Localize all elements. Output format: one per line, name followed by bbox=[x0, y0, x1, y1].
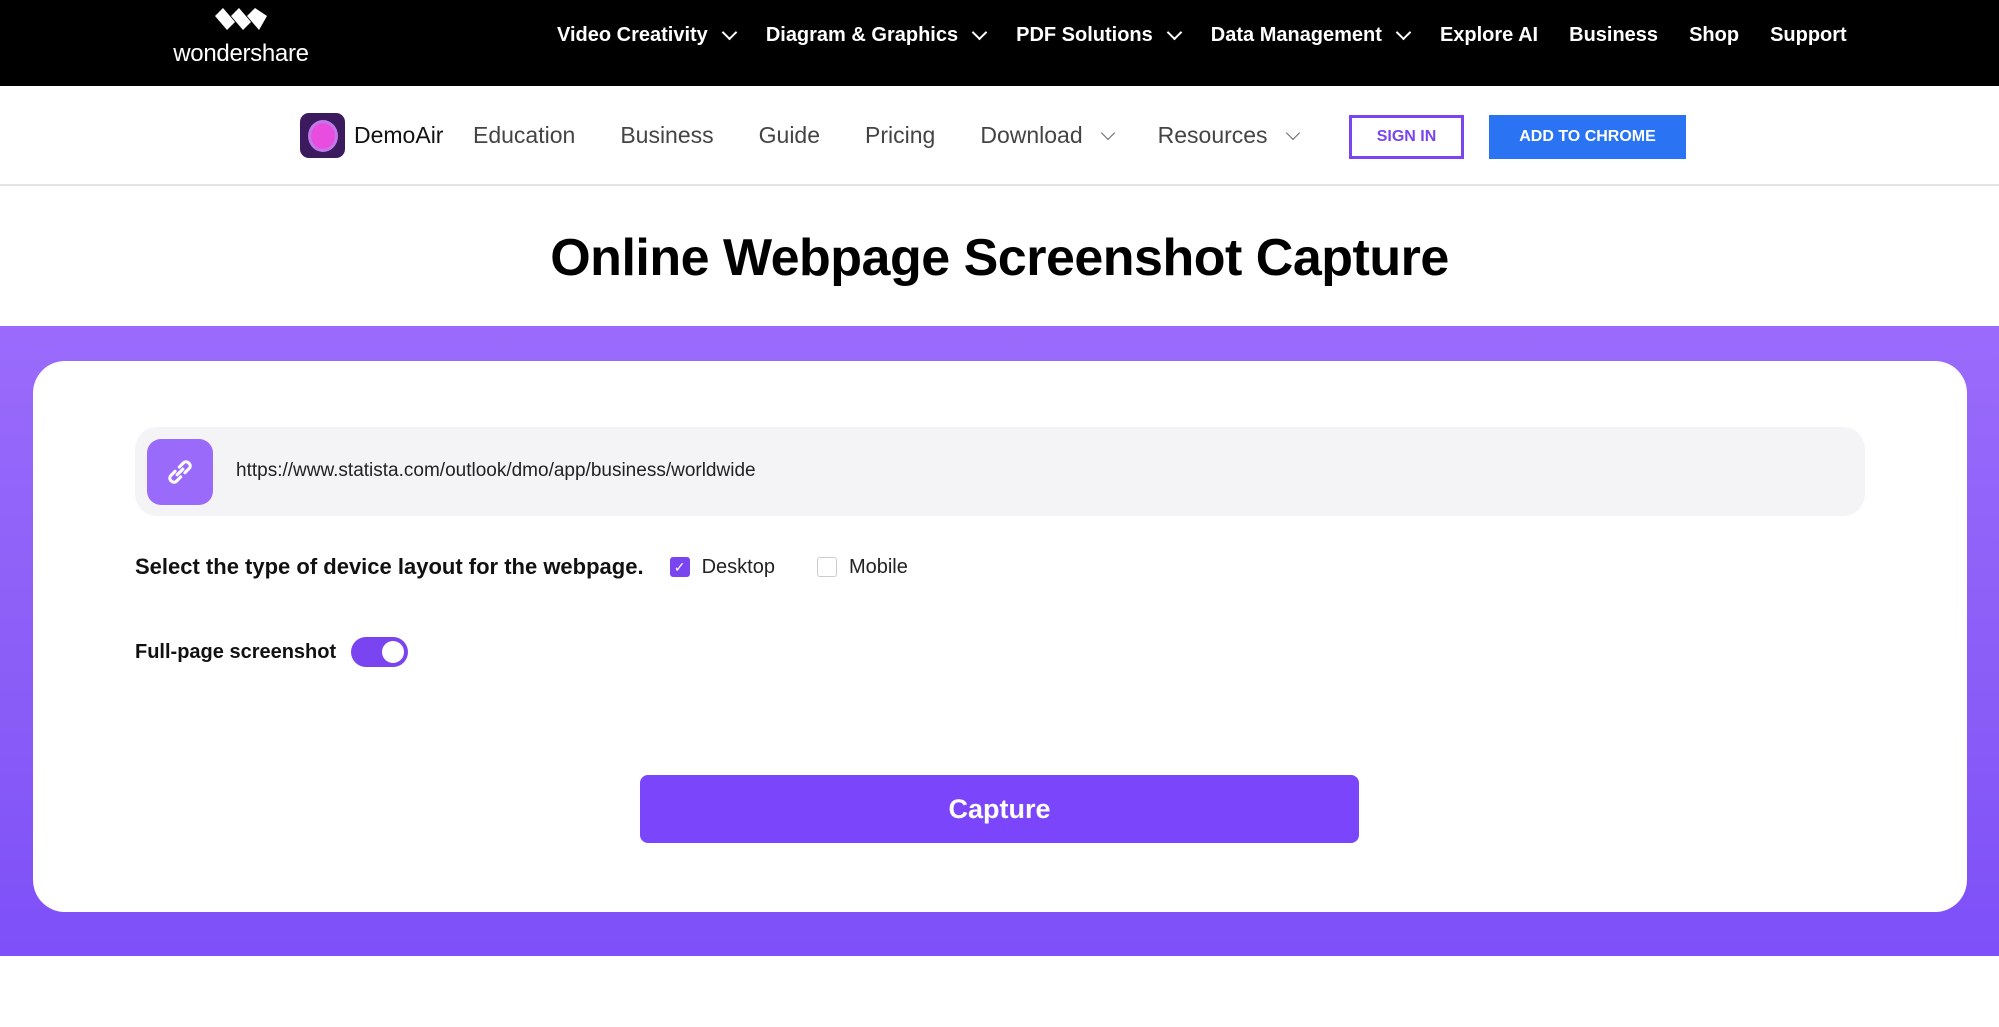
demoair-brand[interactable]: DemoAir bbox=[300, 113, 443, 158]
sign-in-button[interactable]: SIGN IN bbox=[1349, 115, 1464, 159]
chevron-down-icon bbox=[1166, 24, 1183, 40]
chevron-down-icon bbox=[971, 24, 988, 40]
wondershare-logo[interactable]: wondershare bbox=[165, 8, 317, 72]
chevron-down-icon bbox=[1395, 24, 1412, 40]
demoair-logo-icon bbox=[300, 113, 345, 158]
add-to-chrome-button[interactable]: ADD TO CHROME bbox=[1489, 115, 1686, 159]
mobile-option[interactable]: Mobile bbox=[816, 556, 908, 579]
checkbox-unchecked-icon[interactable] bbox=[816, 557, 837, 577]
nav-data-management[interactable]: Data Management bbox=[1211, 24, 1412, 47]
subnav-guide[interactable]: Guide bbox=[759, 122, 820, 149]
nav-video-creativity[interactable]: Video Creativity bbox=[557, 24, 738, 47]
nav-support[interactable]: Support bbox=[1770, 24, 1847, 47]
device-layout-row: Select the type of device layout for the… bbox=[135, 554, 950, 580]
url-input[interactable]: https://www.statista.com/outlook/dmo/app… bbox=[135, 427, 1865, 516]
global-header: wondershare Video Creativity Diagram & G… bbox=[0, 0, 1999, 86]
nav-pdf-solutions[interactable]: PDF Solutions bbox=[1016, 24, 1183, 47]
subnav-resources[interactable]: Resources bbox=[1158, 122, 1300, 149]
nav-diagram-graphics[interactable]: Diagram & Graphics bbox=[766, 24, 988, 47]
nav-business[interactable]: Business bbox=[1569, 24, 1658, 47]
wondershare-mark-icon bbox=[215, 8, 267, 30]
subnav-education[interactable]: Education bbox=[473, 122, 575, 149]
subnav-pricing[interactable]: Pricing bbox=[865, 122, 935, 149]
brand-name: DemoAir bbox=[354, 122, 444, 148]
device-layout-label: Select the type of device layout for the… bbox=[135, 554, 644, 579]
fullpage-row: Full-page screenshot bbox=[135, 637, 409, 667]
capture-card: https://www.statista.com/outlook/dmo/app… bbox=[33, 361, 1967, 912]
chevron-down-icon bbox=[721, 24, 738, 40]
subnav-download[interactable]: Download bbox=[980, 122, 1115, 149]
capture-button[interactable]: Capture bbox=[640, 775, 1359, 843]
link-icon bbox=[147, 439, 213, 505]
chevron-down-icon bbox=[1285, 125, 1300, 140]
checkbox-checked-icon[interactable]: ✓ bbox=[669, 557, 690, 577]
desktop-option[interactable]: ✓ Desktop bbox=[669, 556, 775, 579]
fullpage-toggle[interactable] bbox=[351, 637, 409, 667]
logo-text: wondershare bbox=[173, 40, 309, 67]
chevron-down-icon bbox=[1100, 125, 1115, 140]
subnav-business[interactable]: Business bbox=[620, 122, 713, 149]
product-nav: DemoAir Education Business Guide Pricing… bbox=[0, 86, 1999, 186]
fullpage-label: Full-page screenshot bbox=[135, 640, 337, 663]
page-title: Online Webpage Screenshot Capture bbox=[550, 229, 1449, 287]
nav-explore-ai[interactable]: Explore AI bbox=[1440, 24, 1538, 47]
global-nav: Video Creativity Diagram & Graphics PDF … bbox=[557, 0, 1847, 70]
url-value[interactable]: https://www.statista.com/outlook/dmo/app… bbox=[236, 460, 756, 482]
nav-shop[interactable]: Shop bbox=[1689, 24, 1739, 47]
